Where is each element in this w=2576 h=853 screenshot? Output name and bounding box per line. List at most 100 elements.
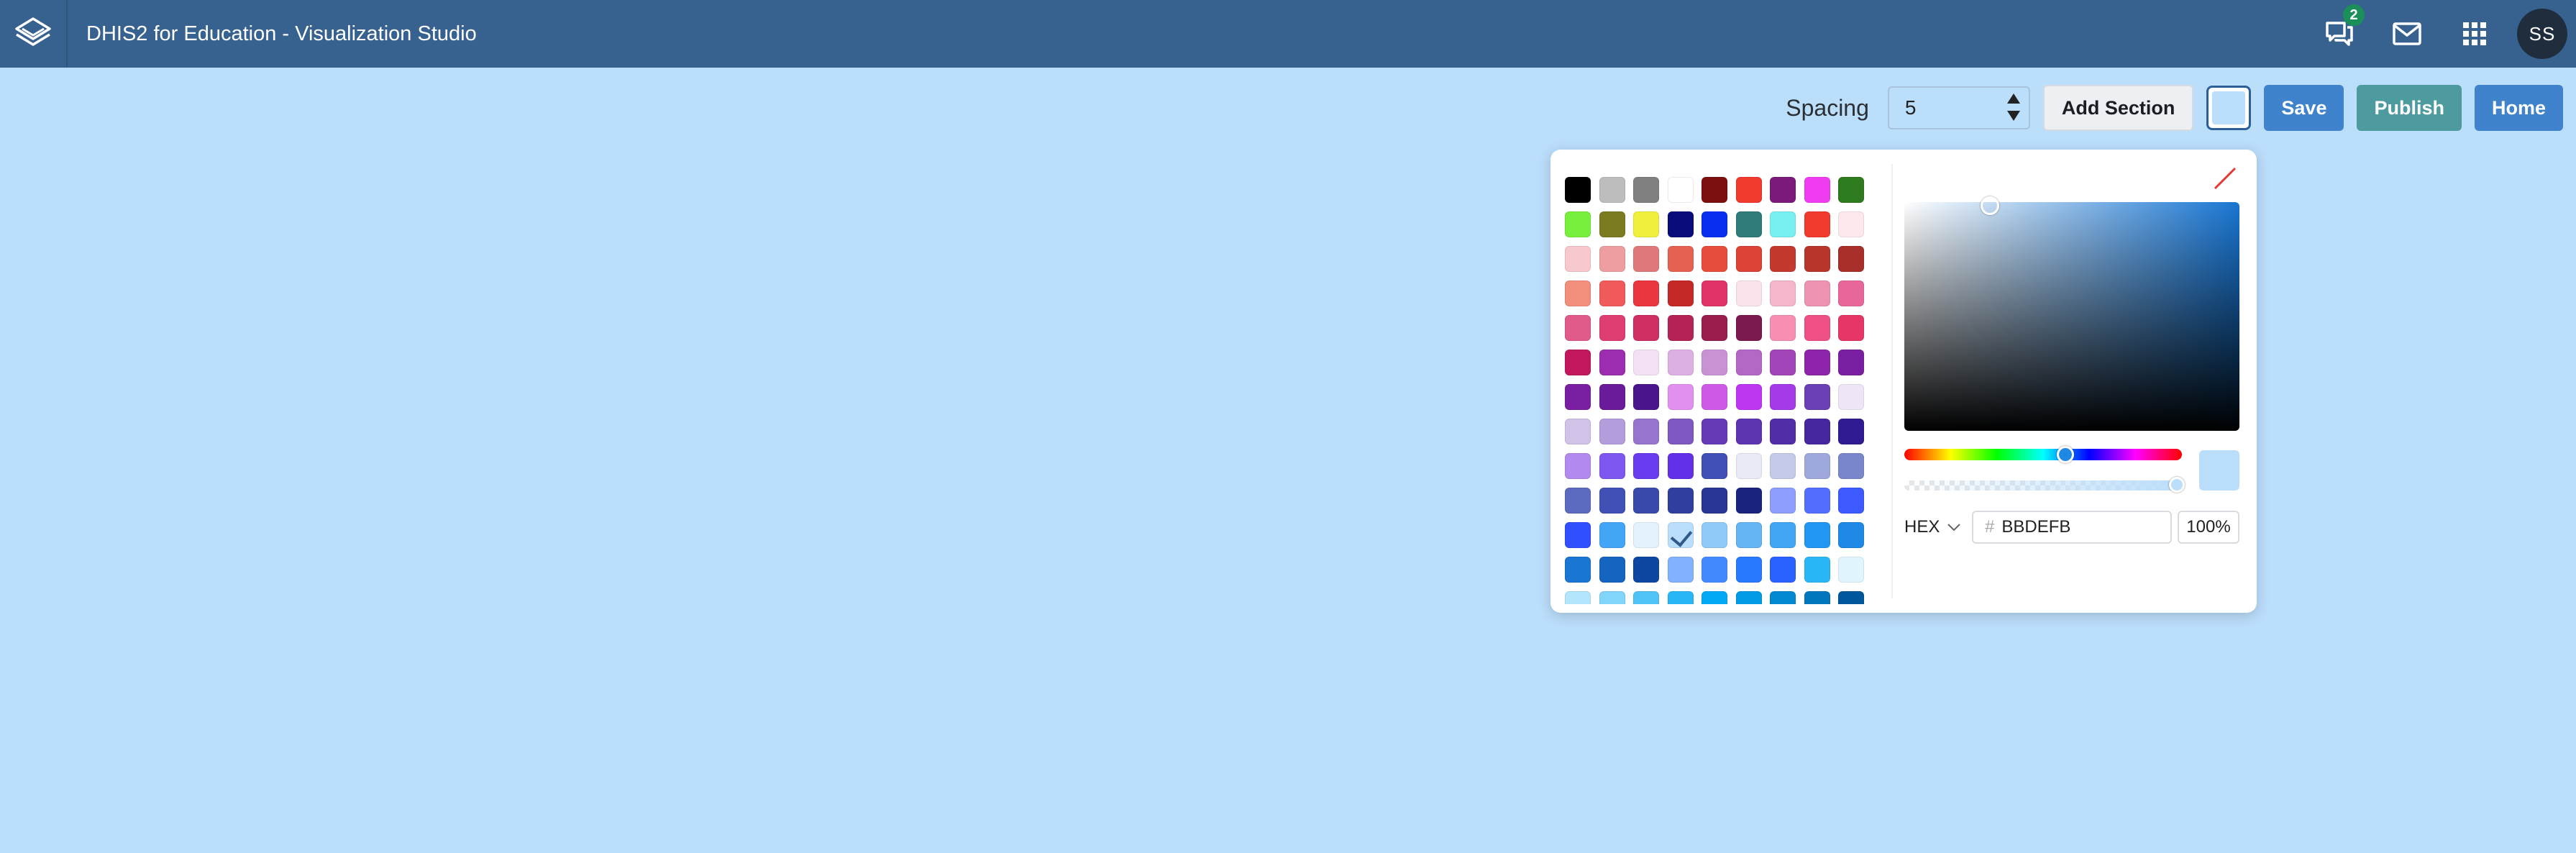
color-swatch[interactable] xyxy=(1633,211,1659,237)
color-swatch[interactable] xyxy=(1702,419,1727,444)
color-swatch[interactable] xyxy=(1633,591,1659,604)
color-swatch[interactable] xyxy=(1667,419,1694,444)
color-swatch[interactable] xyxy=(1702,315,1727,341)
color-swatch[interactable] xyxy=(1667,246,1694,272)
messages-button[interactable] xyxy=(2373,0,2441,68)
color-swatch[interactable] xyxy=(1599,453,1625,479)
color-swatch[interactable] xyxy=(1770,280,1796,306)
color-swatch[interactable] xyxy=(1667,591,1694,604)
color-swatch[interactable] xyxy=(1667,211,1694,237)
color-swatch[interactable] xyxy=(1633,246,1659,272)
background-color-button[interactable] xyxy=(2206,86,2252,130)
color-swatch[interactable] xyxy=(1702,453,1727,479)
color-swatch[interactable] xyxy=(1599,522,1625,548)
color-swatch[interactable] xyxy=(1599,177,1625,203)
color-swatch[interactable] xyxy=(1702,246,1727,272)
color-swatch[interactable] xyxy=(1599,280,1625,306)
color-swatch[interactable] xyxy=(1565,350,1591,375)
saturation-picker[interactable] xyxy=(1904,196,2239,431)
color-swatch[interactable] xyxy=(1599,419,1625,444)
color-swatch[interactable] xyxy=(1838,419,1864,444)
color-swatch[interactable] xyxy=(1838,350,1864,375)
color-swatch[interactable] xyxy=(1838,211,1864,237)
color-swatch[interactable] xyxy=(1565,280,1591,306)
user-avatar[interactable]: SS xyxy=(2517,9,2567,59)
color-swatch[interactable] xyxy=(1667,453,1694,479)
color-swatch[interactable] xyxy=(1599,488,1625,514)
color-swatch[interactable] xyxy=(1804,522,1830,548)
color-format-select[interactable]: HEX xyxy=(1904,511,1961,544)
color-swatch[interactable] xyxy=(1633,384,1659,410)
color-swatch[interactable] xyxy=(1599,557,1625,583)
color-swatch[interactable] xyxy=(1667,384,1694,410)
color-swatch[interactable] xyxy=(1702,350,1727,375)
color-swatch[interactable] xyxy=(1667,315,1694,341)
color-swatch[interactable] xyxy=(1770,315,1796,341)
color-swatch[interactable] xyxy=(1735,211,1762,237)
color-swatch[interactable] xyxy=(1633,177,1659,203)
color-swatch[interactable] xyxy=(1838,557,1864,583)
decrement-arrow-icon[interactable] xyxy=(2006,109,2022,122)
save-button[interactable]: Save xyxy=(2264,85,2344,131)
color-swatch[interactable] xyxy=(1735,384,1762,410)
color-swatch[interactable] xyxy=(1633,453,1659,479)
color-swatch[interactable] xyxy=(1735,453,1762,479)
color-swatch[interactable] xyxy=(1838,246,1864,272)
color-swatch[interactable] xyxy=(1838,522,1864,548)
color-swatch[interactable] xyxy=(1735,522,1762,548)
color-swatch[interactable] xyxy=(1770,488,1796,514)
color-swatch[interactable] xyxy=(1804,384,1830,410)
increment-arrow-icon[interactable] xyxy=(2006,92,2022,105)
color-swatch[interactable] xyxy=(1633,557,1659,583)
color-swatch[interactable] xyxy=(1599,591,1625,604)
color-swatch[interactable] xyxy=(1735,591,1762,604)
color-swatch[interactable] xyxy=(1838,384,1864,410)
color-swatch[interactable] xyxy=(1804,315,1830,341)
color-swatch[interactable] xyxy=(1735,557,1762,583)
color-swatch[interactable] xyxy=(1770,384,1796,410)
color-swatch[interactable] xyxy=(1565,522,1591,548)
color-swatch[interactable] xyxy=(1770,453,1796,479)
color-swatch[interactable] xyxy=(1770,211,1796,237)
color-swatch[interactable] xyxy=(1702,557,1727,583)
color-swatch[interactable] xyxy=(1735,315,1762,341)
color-swatch[interactable] xyxy=(1633,315,1659,341)
hue-slider[interactable] xyxy=(1904,446,2182,463)
color-swatch[interactable] xyxy=(1599,350,1625,375)
color-swatch[interactable] xyxy=(1599,246,1625,272)
color-swatch[interactable] xyxy=(1565,177,1591,203)
color-swatch[interactable] xyxy=(1702,522,1727,548)
saturation-thumb[interactable] xyxy=(1981,196,1999,215)
color-swatch[interactable] xyxy=(1804,177,1830,203)
app-logo[interactable] xyxy=(0,0,68,68)
home-button[interactable]: Home xyxy=(2474,85,2563,131)
color-swatch[interactable] xyxy=(1804,591,1830,604)
color-swatch[interactable] xyxy=(1565,384,1591,410)
color-swatch[interactable] xyxy=(1633,350,1659,375)
color-swatch-selected[interactable] xyxy=(1667,522,1694,548)
color-swatch[interactable] xyxy=(1702,384,1727,410)
color-swatch[interactable] xyxy=(1804,557,1830,583)
color-swatch[interactable] xyxy=(1702,280,1727,306)
color-swatch[interactable] xyxy=(1735,177,1762,203)
color-swatch[interactable] xyxy=(1770,591,1796,604)
color-swatch[interactable] xyxy=(1633,488,1659,514)
add-section-button[interactable]: Add Section xyxy=(2042,85,2194,131)
color-swatch[interactable] xyxy=(1838,453,1864,479)
color-swatch[interactable] xyxy=(1667,177,1694,203)
color-swatch[interactable] xyxy=(1770,557,1796,583)
no-color-icon[interactable] xyxy=(2211,164,2239,193)
color-swatch[interactable] xyxy=(1735,419,1762,444)
color-swatch[interactable] xyxy=(1702,591,1727,604)
color-swatch[interactable] xyxy=(1804,453,1830,479)
color-swatch[interactable] xyxy=(1804,211,1830,237)
color-swatch[interactable] xyxy=(1565,211,1591,237)
color-swatch[interactable] xyxy=(1702,488,1727,514)
color-swatch[interactable] xyxy=(1599,211,1625,237)
color-swatch[interactable] xyxy=(1735,350,1762,375)
color-swatch[interactable] xyxy=(1770,419,1796,444)
color-swatch[interactable] xyxy=(1633,522,1659,548)
color-swatch[interactable] xyxy=(1667,488,1694,514)
color-swatch[interactable] xyxy=(1667,557,1694,583)
color-swatch[interactable] xyxy=(1735,280,1762,306)
